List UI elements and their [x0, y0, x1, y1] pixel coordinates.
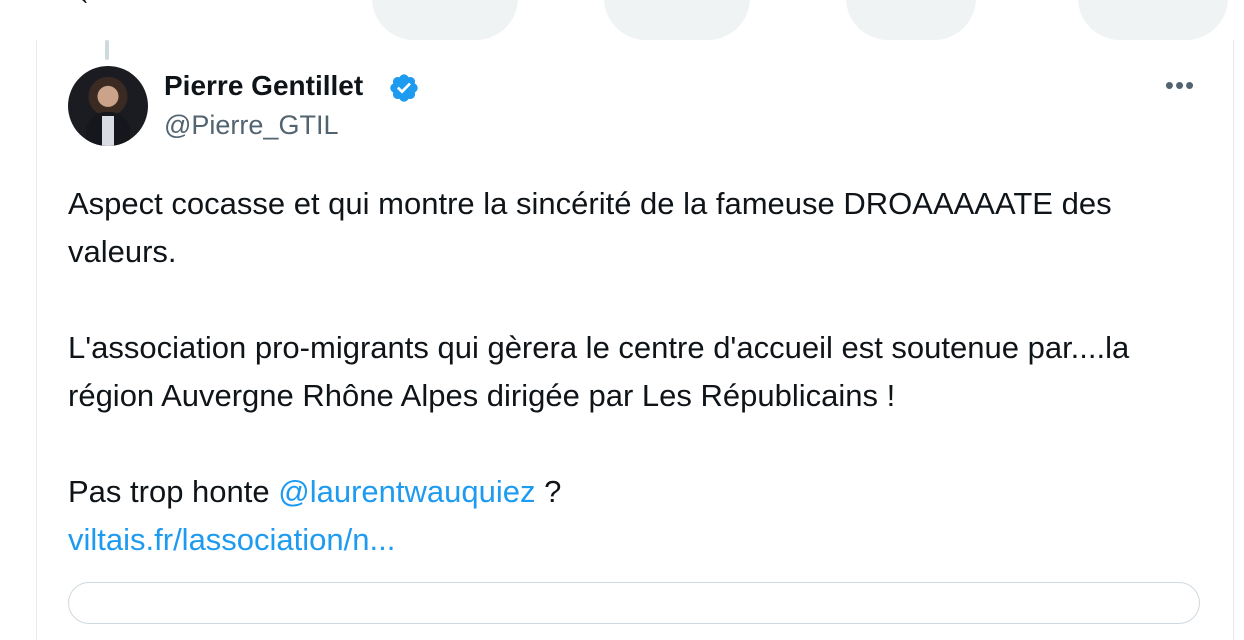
mention-link[interactable]: @laurentwauquiez — [278, 474, 535, 509]
nav-pill-blur — [1078, 0, 1228, 40]
nav-pill-blur — [372, 0, 518, 40]
tweet-text-fragment: ? — [535, 474, 562, 509]
avatar[interactable] — [68, 66, 148, 146]
verified-badge-icon — [390, 74, 418, 102]
arrow-left-icon[interactable]: ← — [72, 0, 112, 15]
tweet-paragraph: Aspect cocasse et qui montre la sincérit… — [68, 186, 1112, 269]
tweet-paragraph: Pas trop honte @laurentwauquiez ? — [68, 468, 1188, 516]
thread-connector-line — [105, 40, 109, 60]
author-name[interactable]: Pierre Gentillet — [164, 70, 363, 102]
nav-pill-blur — [846, 0, 976, 40]
more-horizontal-icon[interactable]: ••• — [1162, 70, 1198, 106]
top-bar: ← Post — [0, 0, 1244, 40]
link-preview-card[interactable] — [68, 582, 1200, 624]
url-link[interactable]: viltais.fr/lassociation/n... — [68, 522, 395, 557]
tweet-text-fragment: Pas trop honte — [68, 474, 279, 509]
tweet-paragraph: viltais.fr/lassociation/n... — [68, 516, 1188, 564]
nav-pill-blur — [604, 0, 750, 40]
page-title: Post — [160, 0, 247, 9]
tweet-paragraph: L'association pro-migrants qui gèrera le… — [68, 330, 1130, 413]
author-handle[interactable]: @Pierre_GTIL — [164, 110, 338, 141]
tweet-text: Aspect cocasse et qui montre la sincérit… — [68, 180, 1188, 564]
